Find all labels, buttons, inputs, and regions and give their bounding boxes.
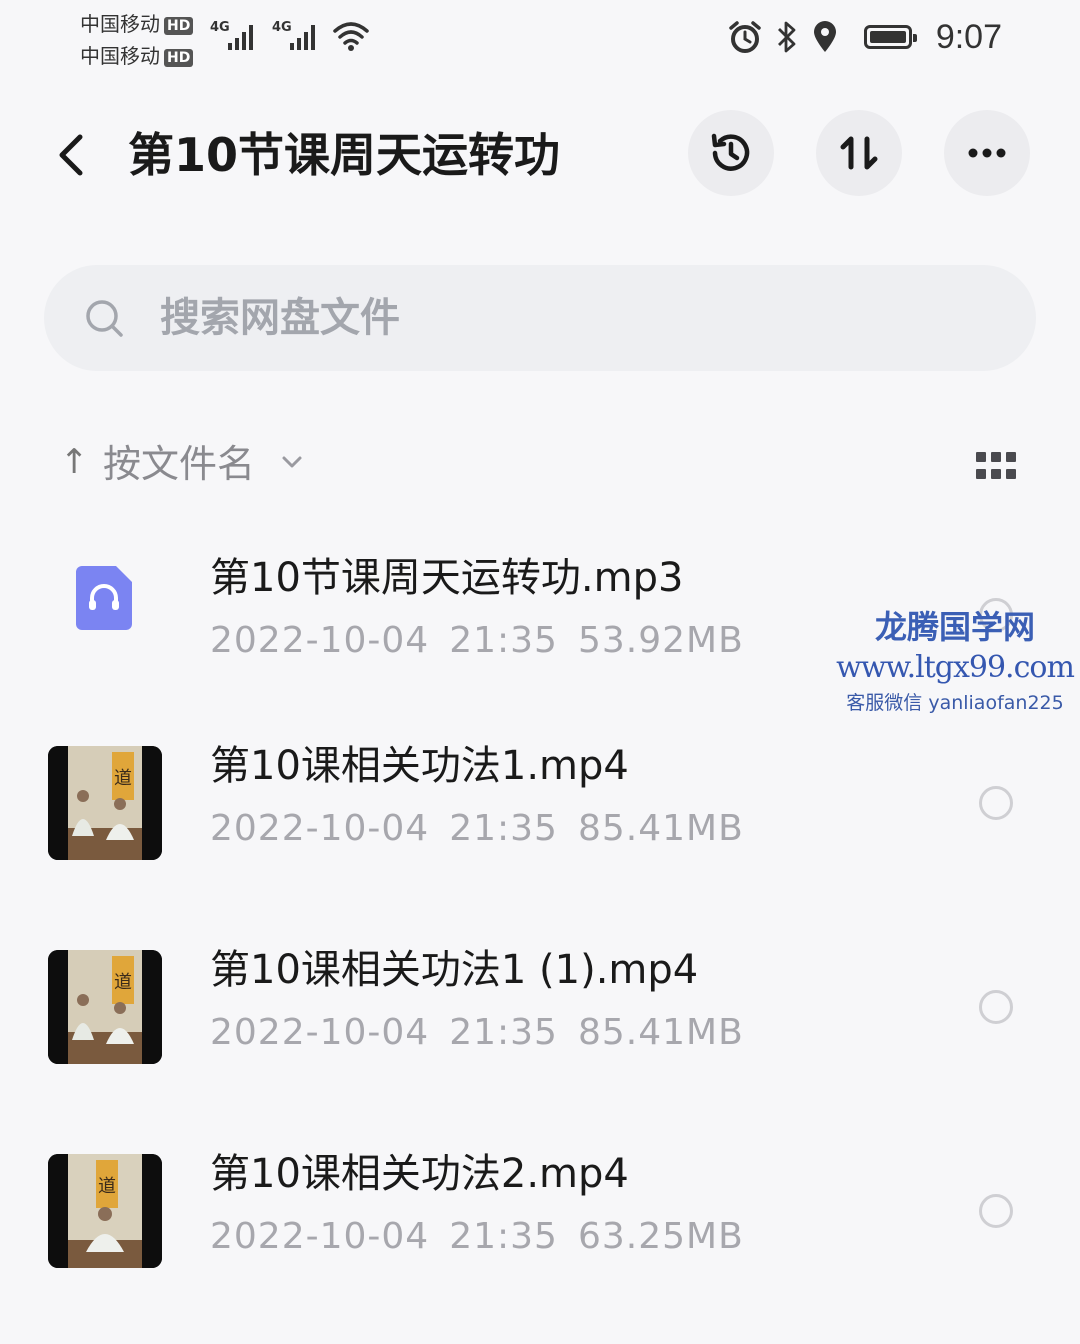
svg-text:道: 道 — [98, 1176, 116, 1197]
sort-label[interactable]: 按文件名 — [103, 438, 255, 490]
video-thumbnail: 道 — [48, 1154, 162, 1268]
file-meta: 2022-10-04 21:35 85.41MB — [210, 1008, 744, 1058]
file-date: 2022-10-04 — [210, 808, 430, 849]
chevron-left-icon — [59, 134, 83, 176]
carrier-2: 中国移动 HD — [80, 40, 194, 69]
file-name: 第10节课周天运转功.mp3 — [210, 555, 684, 601]
file-row[interactable]: 道 第10课相关功法1.mp4 2022-10-04 21:35 85.41MB — [0, 720, 1080, 910]
more-button[interactable] — [944, 110, 1030, 196]
svg-text:道: 道 — [114, 972, 132, 993]
search-input[interactable]: 搜索网盘文件 — [44, 265, 1036, 371]
hd-badge-1: HD — [164, 16, 194, 35]
signal-bars-icon — [228, 24, 253, 50]
battery-icon — [863, 25, 917, 49]
network-type-1: 4G — [210, 20, 230, 35]
file-name: 第10课相关功法1.mp4 — [210, 743, 629, 789]
clock-time: 9:07 — [935, 17, 1002, 56]
carrier-2-label: 中国移动 — [80, 44, 160, 68]
video-thumbnail-image: 道 — [48, 950, 162, 1064]
carrier-1-label: 中国移动 — [80, 12, 160, 36]
file-time: 21:35 — [449, 808, 558, 849]
select-radio[interactable] — [979, 786, 1013, 820]
file-meta: 2022-10-04 21:35 53.92MB — [210, 616, 744, 666]
status-right: 9:07 — [728, 14, 1002, 60]
file-time: 21:35 — [449, 1216, 558, 1257]
sort-bar: ↑ 按文件名 — [0, 430, 1080, 500]
file-row[interactable]: 第10节课周天运转功.mp3 2022-10-04 21:35 53.92MB — [0, 532, 1080, 722]
file-size: 63.25MB — [577, 1216, 744, 1257]
file-date: 2022-10-04 — [210, 620, 430, 661]
file-meta: 2022-10-04 21:35 63.25MB — [210, 1212, 744, 1262]
file-date: 2022-10-04 — [210, 1012, 430, 1053]
file-meta: 2022-10-04 21:35 85.41MB — [210, 804, 744, 854]
video-thumbnail-image: 道 — [48, 746, 162, 860]
file-time: 21:35 — [449, 620, 558, 661]
search-icon — [86, 300, 123, 337]
file-row[interactable]: 道 第10课相关功法2.mp4 2022-10-04 21:35 63.25MB — [0, 1128, 1080, 1318]
location-icon — [813, 21, 836, 52]
history-button[interactable] — [688, 110, 774, 196]
file-name: 第10课相关功法2.mp4 — [210, 1151, 629, 1197]
history-icon — [711, 133, 750, 171]
file-date: 2022-10-04 — [210, 1216, 430, 1257]
page-title: 第10节课周天运转功 — [128, 128, 561, 182]
back-button[interactable] — [50, 125, 100, 185]
search-placeholder: 搜索网盘文件 — [160, 295, 400, 341]
file-size: 53.92MB — [577, 620, 744, 661]
select-radio[interactable] — [979, 1194, 1013, 1228]
header: 第10节课周天运转功 — [0, 105, 1080, 205]
file-size: 85.41MB — [577, 808, 744, 849]
file-name: 第10课相关功法1 (1).mp4 — [210, 947, 699, 993]
wifi-icon — [333, 22, 369, 51]
file-size: 85.41MB — [577, 1012, 744, 1053]
file-row[interactable]: 道 第10课相关功法1 (1).mp4 2022-10-04 21:35 85.41… — [0, 924, 1080, 1114]
more-icon — [968, 148, 1006, 158]
signal-bars-icon — [290, 24, 315, 50]
svg-text:道: 道 — [114, 768, 132, 789]
select-radio[interactable] — [979, 990, 1013, 1024]
bluetooth-icon — [777, 21, 796, 53]
transfer-icon — [840, 136, 878, 170]
audio-file-icon — [76, 566, 132, 630]
hd-badge-2: HD — [164, 48, 194, 67]
video-thumbnail: 道 — [48, 746, 162, 860]
status-bar: 中国移动 HD 中国移动 HD 4G 4G 9:07 — [0, 0, 1080, 80]
carrier-1: 中国移动 HD — [80, 8, 194, 37]
grid-view-icon[interactable] — [976, 452, 1016, 480]
file-time: 21:35 — [449, 1012, 558, 1053]
network-type-2: 4G — [272, 20, 292, 35]
sort-direction-icon[interactable]: ↑ — [60, 442, 89, 482]
video-thumbnail: 道 — [48, 950, 162, 1064]
video-thumbnail-image: 道 — [48, 1154, 162, 1268]
alarm-icon — [729, 21, 761, 53]
transfer-button[interactable] — [816, 110, 902, 196]
chevron-down-icon[interactable] — [278, 452, 306, 472]
select-radio[interactable] — [979, 598, 1013, 632]
